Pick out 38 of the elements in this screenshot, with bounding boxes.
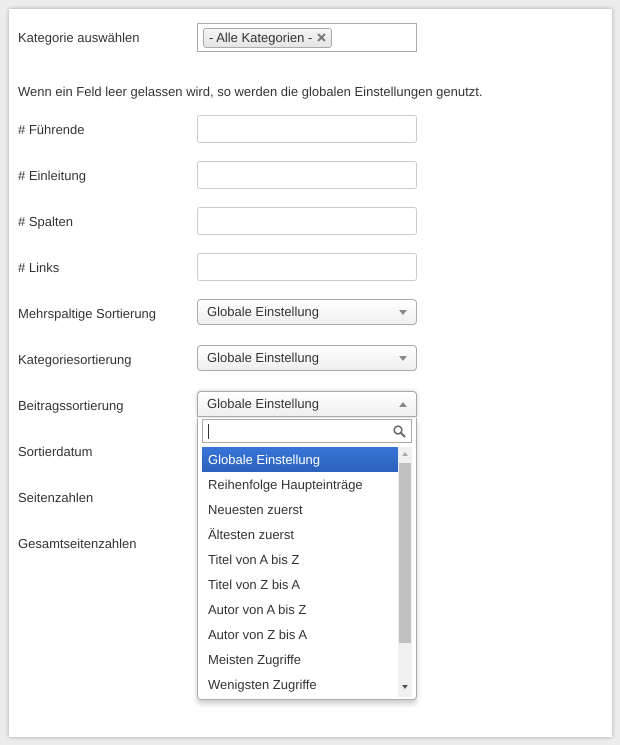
field-label: # Spalten [18, 213, 74, 231]
field-label: # Links [18, 259, 60, 277]
caret-icon [399, 310, 407, 314]
field-label: Beitragssortierung [18, 397, 124, 415]
search-field[interactable] [202, 419, 412, 443]
dropdown-option[interactable]: Reihenfolge Haupteinträge [202, 472, 398, 497]
field-label: Sortierdatum [18, 443, 94, 461]
input-field[interactable] [197, 161, 417, 189]
dropdown-option[interactable]: Titel von A bis Z [202, 547, 398, 572]
field-label: Mehrspaltige Sortierung [18, 305, 158, 323]
input-field[interactable] [197, 253, 417, 281]
dropdown-option[interactable]: Meisten Zugriffe [202, 647, 398, 672]
caret-icon [399, 402, 407, 406]
scrollbar[interactable] [398, 447, 412, 697]
dropdown-option[interactable]: Autor von A bis Z [202, 597, 398, 622]
field-label: # Einleitung [18, 167, 87, 185]
tag-field[interactable]: - Alle Kategorien - [197, 23, 417, 52]
info-text: Wenn ein Feld leer gelassen wird, so werden die globalen Einstellungen genutzt. [18, 83, 484, 102]
close-icon[interactable] [317, 33, 326, 42]
input-field[interactable] [197, 207, 417, 235]
field-label: Kategorie auswählen [18, 29, 140, 47]
field-label: Kategoriesortierung [18, 351, 132, 369]
dropdown-option[interactable]: Neuesten zuerst [202, 497, 398, 522]
search-icon [393, 424, 406, 438]
field-label: Seitenzahlen [18, 489, 94, 507]
select-field[interactable]: Globale Einstellung [197, 299, 417, 325]
dropdown-option[interactable]: Wenigsten Zugriffe [202, 672, 398, 697]
dropdown-option[interactable]: Globale Einstellung [202, 447, 398, 472]
field-label: # Führende [18, 121, 86, 139]
select-field[interactable]: Globale Einstellung [197, 345, 417, 371]
dropdown-option[interactable]: Titel von Z bis A [202, 572, 398, 597]
caret-icon [399, 356, 407, 360]
field-label: Gesamtseitenzahlen [18, 535, 138, 553]
dropdown-option[interactable]: Ältesten zuerst [202, 522, 398, 547]
dropdown-option[interactable]: Autor von Z bis A [202, 622, 398, 647]
select-field[interactable]: Globale Einstellung [197, 391, 417, 417]
tag: - Alle Kategorien - [203, 28, 332, 48]
input-field[interactable] [197, 115, 417, 143]
